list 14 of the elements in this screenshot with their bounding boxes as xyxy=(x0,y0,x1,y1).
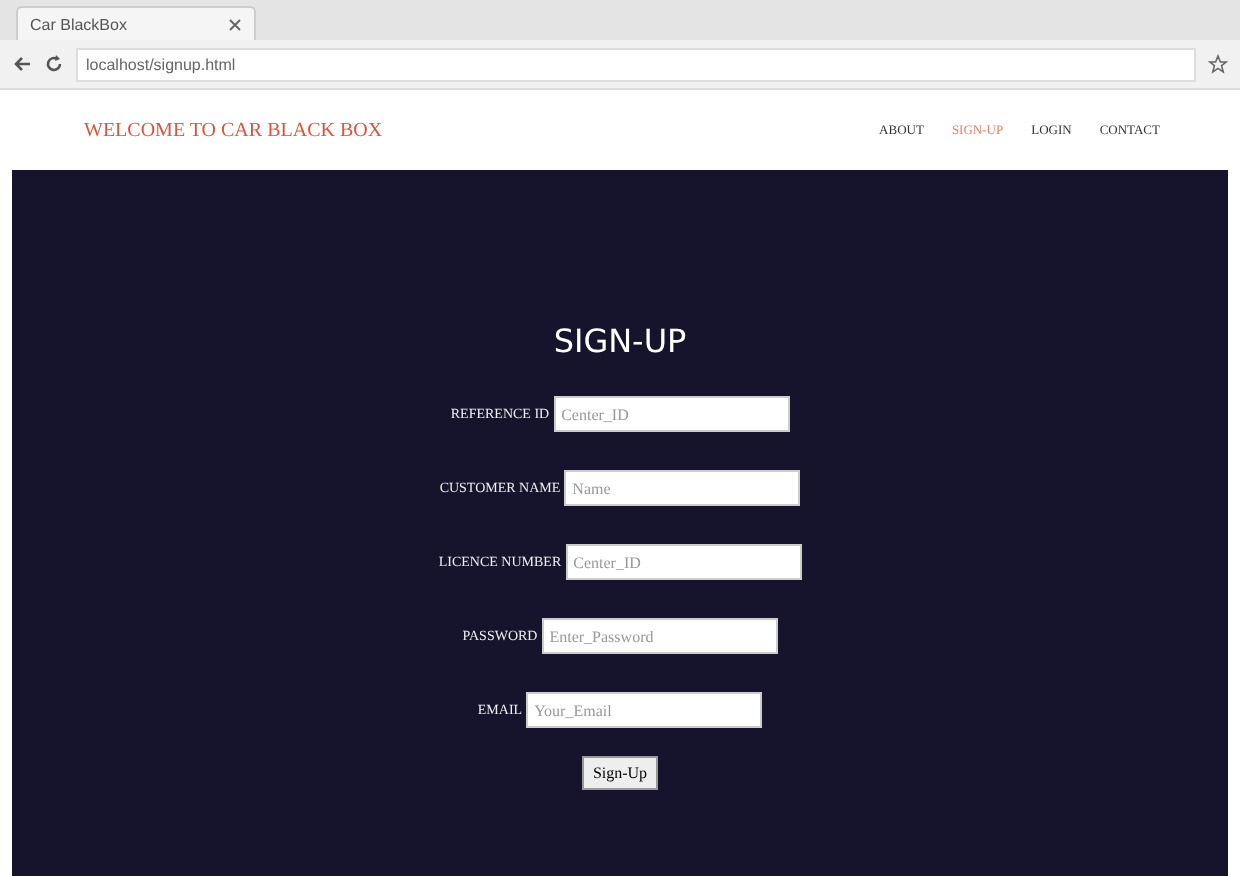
input-field[interactable]: Enter_Password xyxy=(541,618,778,654)
star-icon[interactable] xyxy=(1208,54,1228,74)
back-icon[interactable] xyxy=(12,54,32,74)
input-field[interactable]: Your_Email xyxy=(526,692,763,728)
page-heading: SIGN-UP xyxy=(553,322,687,360)
input-field[interactable]: Center_ID xyxy=(553,396,790,432)
input-field[interactable]: Center_ID xyxy=(565,544,802,580)
address-field[interactable]: localhost/signup.html xyxy=(76,47,1196,81)
browser-tab[interactable]: Car BlackBox xyxy=(16,6,256,40)
site-title: WELCOME TO CAR BLACK BOX xyxy=(84,119,383,141)
sign-up-button[interactable]: Sign-Up xyxy=(582,756,658,790)
close-icon[interactable] xyxy=(228,17,242,31)
reload-icon[interactable] xyxy=(44,54,64,74)
input-field[interactable]: Name xyxy=(564,470,801,506)
